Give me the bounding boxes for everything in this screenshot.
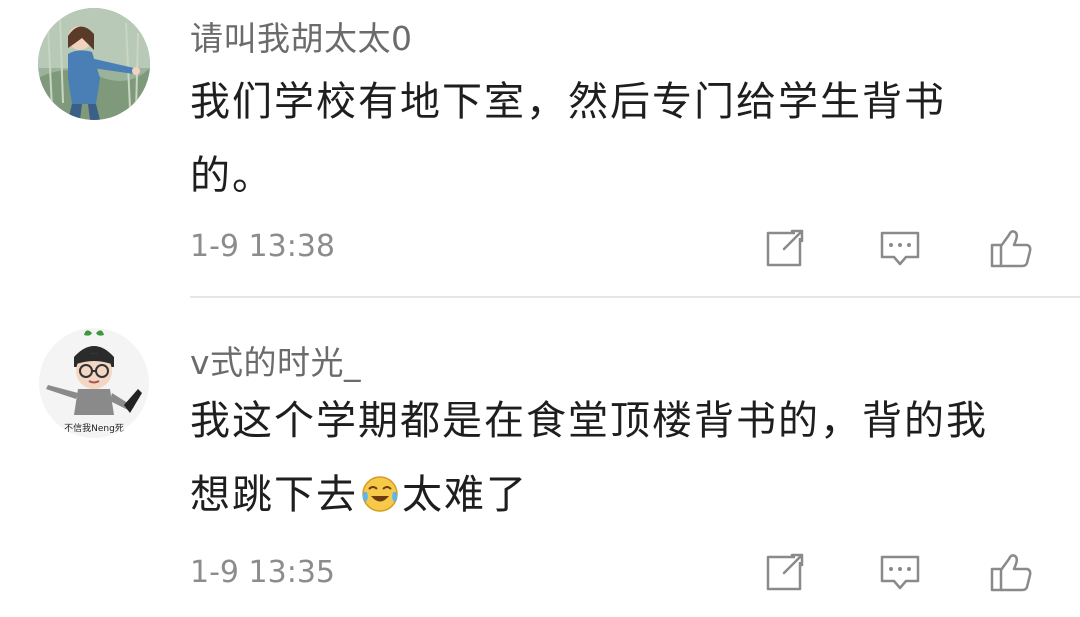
username[interactable]: 请叫我胡太太0 xyxy=(190,12,413,60)
like-button[interactable] xyxy=(988,225,1034,271)
timestamp: 1-9 13:38 xyxy=(190,229,335,264)
like-button[interactable] xyxy=(988,549,1034,595)
reply-button[interactable] xyxy=(877,225,923,271)
laughing-crying-emoji-icon xyxy=(360,464,400,512)
comment-icon xyxy=(880,231,920,266)
share-button[interactable] xyxy=(762,549,808,595)
like-icon xyxy=(990,554,1032,592)
comment-text: 我们学校有地下室，然后专门给学生背书的。 xyxy=(190,79,946,199)
avatar[interactable] xyxy=(38,8,150,120)
timestamp: 1-9 13:35 xyxy=(190,555,335,590)
comment-text-part: 太难了 xyxy=(402,472,528,518)
avatar[interactable]: 不信我Neng死 xyxy=(38,327,150,439)
comment-text: 我这个学期都是在食堂顶楼背书的，背的我想跳下去 太难了 xyxy=(190,384,1010,532)
cartoon-boy-avatar-icon: 不信我Neng死 xyxy=(38,327,150,439)
like-icon xyxy=(990,230,1032,268)
comment-icon xyxy=(880,555,920,590)
share-icon xyxy=(766,229,804,267)
comment-item: 不信我Neng死 v式的时光_ 我这个学期都是在食堂顶楼背书的，背的我想跳下去 … xyxy=(0,297,1080,617)
username[interactable]: v式的时光_ xyxy=(190,336,361,384)
reply-button[interactable] xyxy=(877,549,923,595)
comment-text-part: 我这个学期都是在食堂顶楼背书的，背的我想跳下去 xyxy=(190,398,988,518)
share-icon xyxy=(766,553,804,591)
comment-item: 请叫我胡太太0 我们学校有地下室，然后专门给学生背书的。 1-9 13:38 xyxy=(0,0,1080,296)
avatar-caption: 不信我Neng死 xyxy=(64,422,124,434)
girl-photo-avatar-icon xyxy=(38,8,150,120)
share-button[interactable] xyxy=(762,225,808,271)
